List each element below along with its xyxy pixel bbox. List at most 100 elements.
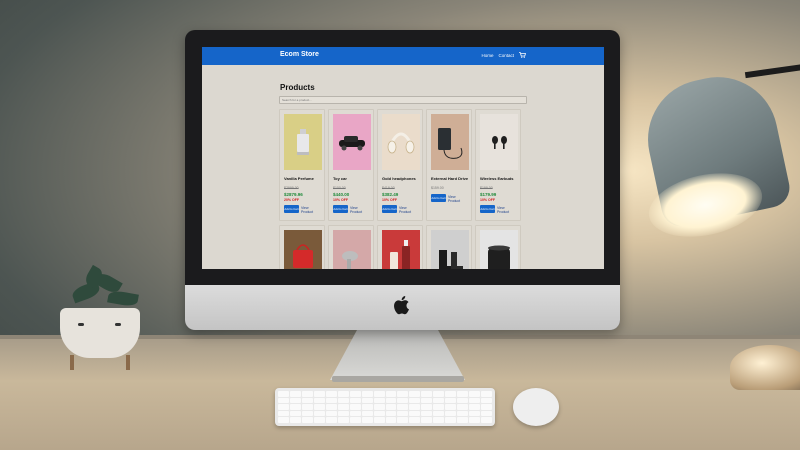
keyboard-key: [349, 417, 361, 423]
keyboard-key: [385, 410, 397, 417]
add-to-cart-button[interactable]: Add to Cart: [382, 205, 397, 213]
headphones-image[interactable]: [382, 114, 420, 170]
keyboard-key: [433, 404, 445, 410]
toy-car-image[interactable]: [333, 114, 371, 170]
monitor-chin: [185, 285, 620, 330]
perfume-bottle-image[interactable]: [284, 114, 322, 170]
keyboard-key: [313, 410, 325, 417]
keyboard-key: [337, 410, 349, 417]
keyboard-key: [337, 397, 349, 404]
keyboard-key: [337, 404, 349, 410]
keyboard-key: [409, 410, 421, 417]
hard-drive-image[interactable]: [431, 114, 469, 170]
product-name[interactable]: Gold headphones: [382, 176, 416, 181]
discount-badge: 10% OFF: [333, 198, 348, 202]
keyboard-key: [421, 410, 433, 417]
keyboard-key: [325, 417, 337, 423]
view-product-link[interactable]: View Product: [497, 206, 517, 214]
keyboard-key: [397, 410, 409, 417]
keyboard-key: [469, 391, 481, 397]
keyboard-key: [361, 410, 373, 417]
keyboard-key: [433, 391, 445, 397]
product-name[interactable]: Vanilla Perfume: [284, 176, 314, 181]
keyboard-key: [278, 404, 289, 410]
keyboard-key: [445, 417, 457, 423]
add-to-cart-button[interactable]: Add to Cart: [284, 205, 299, 213]
product-grid: Vanilla Perfume $2999.00 $2879.96 20% OF…: [279, 109, 529, 269]
add-to-cart-button[interactable]: Add to Cart: [333, 205, 348, 213]
keyboard-key: [361, 397, 373, 404]
product-card: [377, 225, 423, 269]
keyboard-key: [349, 397, 361, 404]
nav-contact-link[interactable]: Contact: [498, 53, 514, 58]
keyboard-key: [325, 404, 337, 410]
view-product-link[interactable]: View Product: [399, 206, 419, 214]
hair-dryer-image[interactable]: [333, 230, 371, 269]
view-product-link[interactable]: View Product: [301, 206, 321, 214]
keyboard-key: [397, 391, 409, 397]
keyboard-key: [373, 404, 385, 410]
keyboard-key: [397, 404, 409, 410]
keyboard-key: [301, 417, 313, 423]
page-title: Products: [280, 83, 315, 92]
keyboard-key: [337, 417, 349, 423]
lamp-base: [730, 345, 800, 390]
sale-price: $382.49: [382, 192, 399, 197]
keyboard-key: [409, 397, 421, 404]
apple-logo-icon: [394, 296, 409, 315]
keyboard-key: [278, 397, 289, 404]
keyboard-key: [409, 404, 421, 410]
product-name[interactable]: Toy car: [333, 176, 347, 181]
smart-speaker-image[interactable]: [480, 230, 518, 269]
sale-price: $179.99: [480, 192, 497, 197]
serum-bottles-image[interactable]: [382, 230, 420, 269]
earbuds-image[interactable]: [480, 114, 518, 170]
product-card: Toy car $100.00 $440.00 10% OFF Add to C…: [328, 109, 374, 221]
keyboard-key: [457, 417, 469, 423]
keyboard-key: [289, 397, 301, 404]
cart-icon[interactable]: [519, 52, 526, 58]
keyboard-key: [433, 410, 445, 417]
keyboard-key: [445, 397, 457, 404]
keyboard-key: [313, 397, 325, 404]
sale-price: $440.00: [333, 192, 350, 197]
old-price: $2999.00: [284, 186, 299, 190]
keyboard-key: [457, 404, 469, 410]
keyboard-key: [301, 397, 313, 404]
nav-home-link[interactable]: Home: [481, 53, 493, 58]
product-card: [279, 225, 325, 269]
keyboard-key: [481, 391, 492, 397]
product-name[interactable]: External Hard Drive: [431, 176, 468, 181]
product-card: Wireless Earbuds $199.00 $179.99 10% OFF…: [475, 109, 521, 221]
keyboard-key: [469, 417, 481, 423]
product-card: External Hard Drive $159.00 Add to Cart …: [426, 109, 472, 221]
keyboard-key: [325, 410, 337, 417]
discount-badge: 10% OFF: [480, 198, 495, 202]
sale-price: $2879.96: [284, 192, 303, 197]
imac-monitor: Ecom Store Home Contact Products Vanilla…: [185, 30, 620, 330]
keyboard-key: [433, 417, 445, 423]
keyboard-key: [289, 410, 301, 417]
keyboard-key: [457, 391, 469, 397]
black-boots-image[interactable]: [431, 230, 469, 269]
keyboard-key: [373, 417, 385, 423]
view-product-link[interactable]: View Product: [448, 195, 468, 203]
view-product-link[interactable]: View Product: [350, 206, 370, 214]
keyboard-key: [481, 404, 492, 410]
keyboard-key: [421, 391, 433, 397]
search-input[interactable]: [279, 96, 527, 104]
keyboard-key: [397, 397, 409, 404]
add-to-cart-button[interactable]: Add to Cart: [431, 194, 446, 202]
keyboard-key: [301, 410, 313, 417]
product-name[interactable]: Wireless Earbuds: [480, 176, 514, 181]
keyboard-key: [325, 391, 337, 397]
navbar: Ecom Store Home Contact: [202, 47, 604, 65]
keyboard-key: [289, 417, 301, 423]
brand-logo[interactable]: Ecom Store: [280, 51, 319, 58]
magic-mouse: [513, 388, 559, 426]
product-card: Vanilla Perfume $2999.00 $2879.96 20% OF…: [279, 109, 325, 221]
red-handbag-image[interactable]: [284, 230, 322, 269]
keyboard-key: [469, 404, 481, 410]
add-to-cart-button[interactable]: Add to Cart: [480, 205, 495, 213]
keyboard-key: [481, 397, 492, 404]
